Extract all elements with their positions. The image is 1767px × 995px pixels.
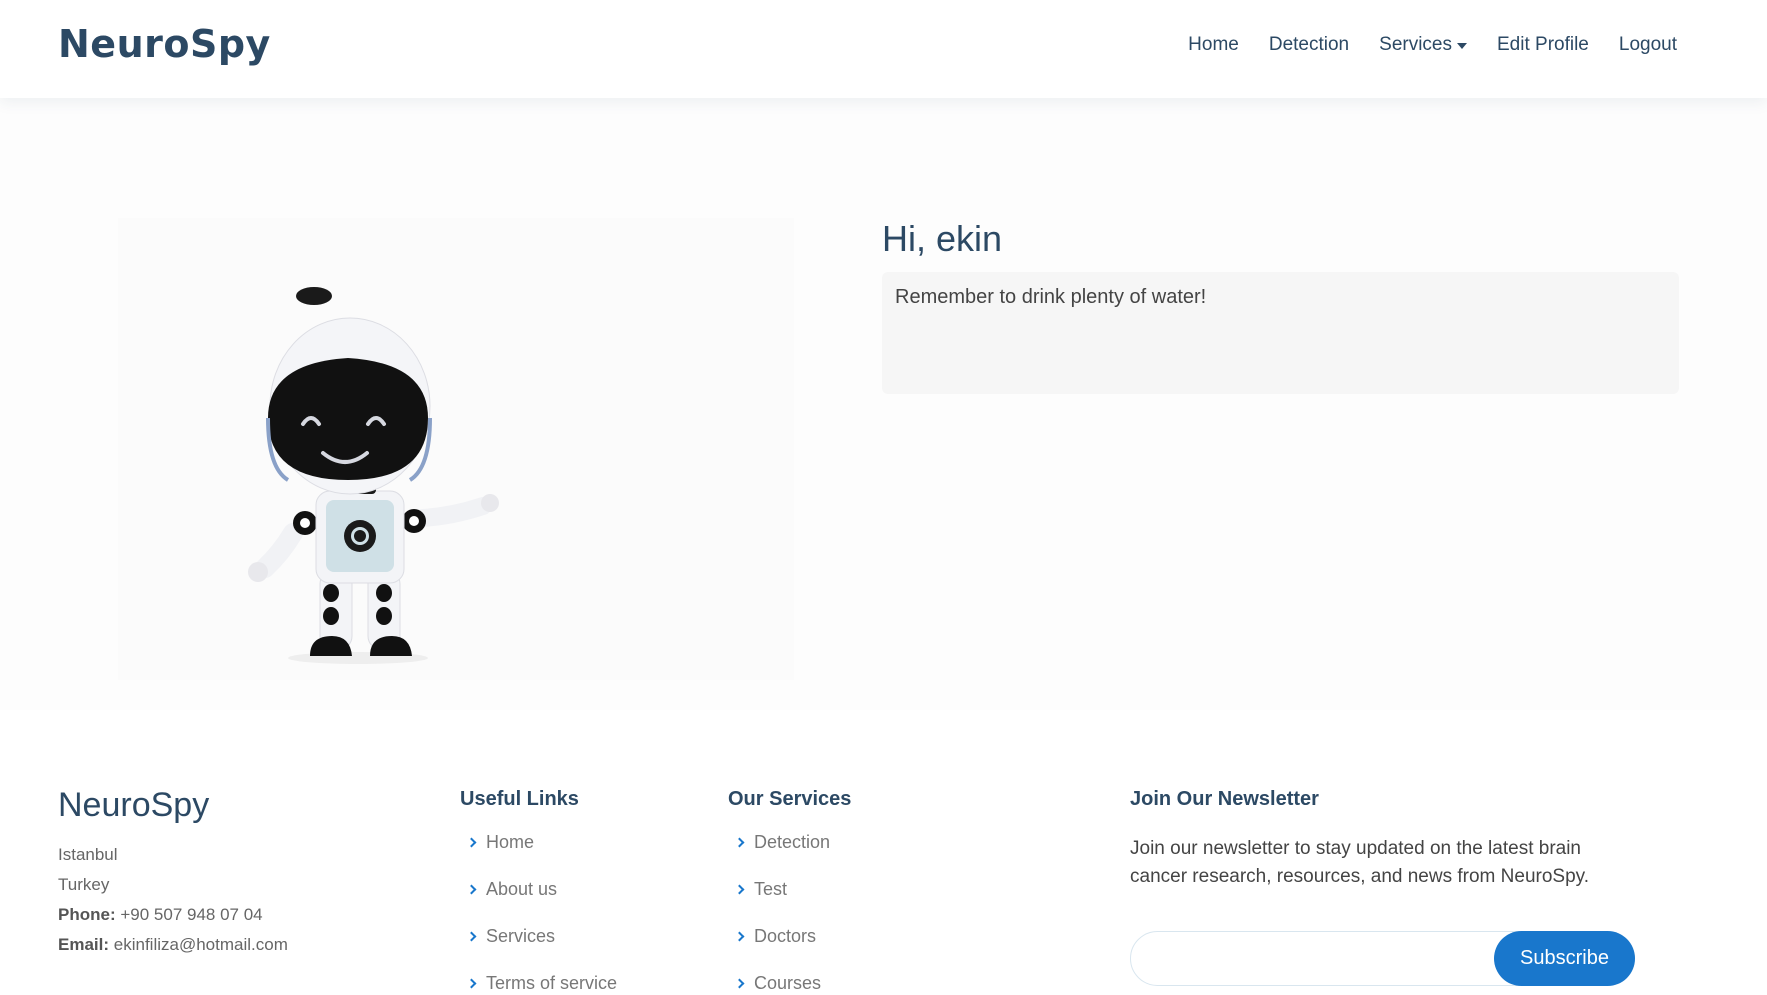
service-link-doctors[interactable]: Doctors — [728, 926, 830, 973]
chevron-right-icon — [466, 837, 477, 848]
caret-down-icon — [1457, 43, 1467, 49]
useful-link-terms[interactable]: Terms of service — [460, 973, 617, 995]
nav-home[interactable]: Home — [1188, 34, 1239, 56]
nav-services-label: Services — [1379, 34, 1452, 55]
useful-links-list: Home About us Services Terms of service — [460, 832, 617, 995]
nav-edit-profile-label: Edit Profile — [1497, 34, 1589, 55]
greeting-title: Hi, ekin — [882, 218, 1003, 259]
nav-services-dropdown[interactable]: Services — [1379, 34, 1467, 56]
newsletter-email-input[interactable] — [1151, 942, 1491, 976]
useful-link-label: Services — [486, 926, 556, 946]
reminder-message-text: Remember to drink plenty of water! — [895, 286, 1207, 308]
phone-value: +90 507 948 07 04 — [120, 905, 263, 924]
footer-phone: Phone: +90 507 948 07 04 — [58, 900, 288, 930]
nav-logout-label: Logout — [1618, 34, 1677, 55]
footer-country: Turkey — [58, 875, 110, 894]
service-link-courses[interactable]: Courses — [728, 973, 830, 995]
service-link-detection[interactable]: Detection — [728, 832, 830, 879]
useful-link-about[interactable]: About us — [460, 879, 617, 926]
newsletter-heading: Join Our Newsletter — [1130, 788, 1319, 810]
nav-detection-label: Detection — [1268, 34, 1350, 55]
nav-home-label: Home — [1188, 34, 1239, 55]
chevron-right-icon — [734, 978, 745, 989]
nav-edit-profile[interactable]: Edit Profile — [1497, 34, 1589, 56]
our-services-heading: Our Services — [728, 788, 852, 810]
robot-mascot-icon — [248, 287, 499, 664]
our-services-list: Detection Test Doctors Courses — [728, 832, 830, 995]
nav-detection[interactable]: Detection — [1269, 34, 1349, 56]
chevron-right-icon — [466, 931, 477, 942]
chevron-right-icon — [466, 978, 477, 989]
service-link-label: Detection — [754, 832, 831, 852]
email-label: Email: — [58, 935, 110, 954]
service-link-test[interactable]: Test — [728, 879, 830, 926]
service-link-label: Test — [754, 879, 788, 899]
chevron-right-icon — [734, 837, 745, 848]
footer-brand: NeuroSpy — [58, 786, 210, 824]
footer-email: Email: ekinfiliza@hotmail.com — [58, 930, 288, 960]
nav-logout[interactable]: Logout — [1619, 34, 1677, 56]
robot-illustration-panel — [118, 218, 794, 680]
chevron-right-icon — [734, 931, 745, 942]
service-link-label: Doctors — [754, 926, 817, 946]
useful-link-label: Home — [486, 832, 535, 852]
newsletter-description: Join our newsletter to stay updated on t… — [1130, 838, 1590, 887]
site-footer: NeuroSpy Istanbul Turkey Phone: +90 507 … — [0, 710, 1767, 995]
phone-label: Phone: — [58, 905, 116, 924]
newsletter-form: Subscribe — [1130, 931, 1635, 986]
service-link-label: Courses — [754, 973, 822, 993]
main-content: Hi, ekin Remember to drink plenty of wat… — [0, 98, 1767, 710]
useful-link-services[interactable]: Services — [460, 926, 617, 973]
footer-contact-info: Istanbul Turkey Phone: +90 507 948 07 04… — [58, 840, 288, 960]
main-nav: Home Detection Services Edit Profile Log… — [1188, 34, 1677, 56]
chevron-right-icon — [734, 884, 745, 895]
chevron-right-icon — [466, 884, 477, 895]
site-header: NeuroSpy Home Detection Services Edit Pr… — [0, 0, 1767, 98]
site-logo[interactable]: NeuroSpy — [58, 22, 271, 66]
email-value: ekinfiliza@hotmail.com — [113, 935, 288, 954]
useful-link-label: About us — [486, 879, 558, 899]
subscribe-button[interactable]: Subscribe — [1494, 931, 1635, 986]
footer-city: Istanbul — [58, 845, 118, 864]
useful-link-home[interactable]: Home — [460, 832, 617, 879]
useful-link-label: Terms of service — [486, 973, 618, 993]
useful-links-heading: Useful Links — [460, 788, 579, 810]
reminder-message-box: Remember to drink plenty of water! — [882, 272, 1679, 394]
